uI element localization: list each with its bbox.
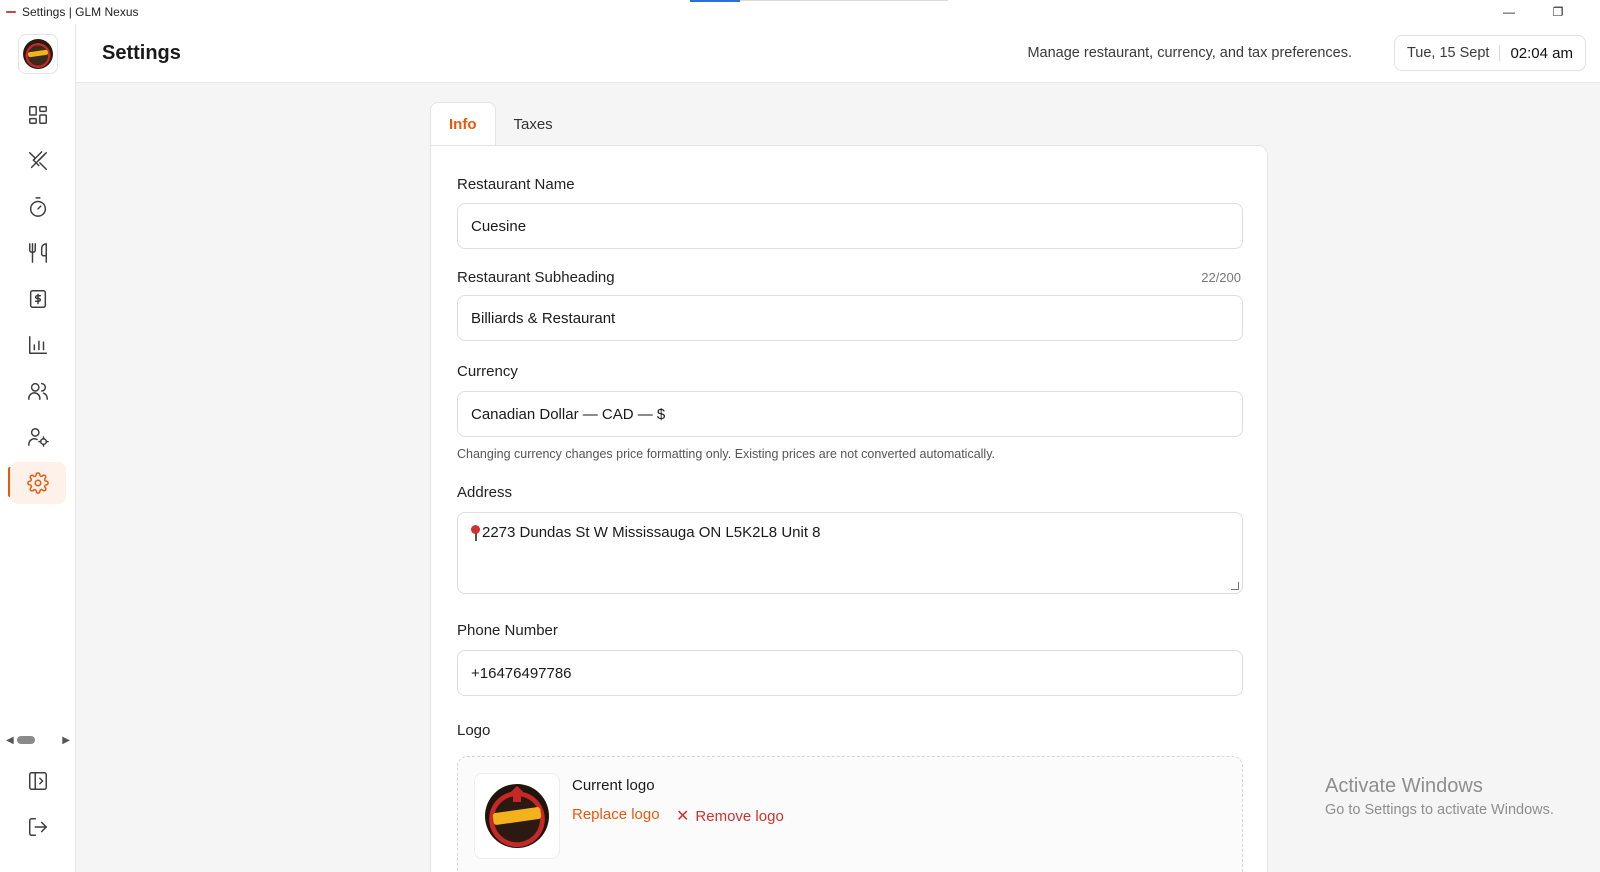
resize-handle[interactable]	[1231, 582, 1239, 590]
sidebar-item-staff[interactable]	[10, 416, 66, 458]
settings-tabs: Info Taxes	[430, 102, 571, 146]
sidebar-item-sessions[interactable]	[10, 186, 66, 228]
subheading-counter: 22/200	[1201, 270, 1241, 285]
logout-icon	[29, 818, 47, 836]
address-textarea[interactable]: 2273 Dundas St W Mississauga ON L5K2L8 U…	[457, 512, 1243, 594]
sidebar-scrollbar[interactable]: ◀ ▶	[6, 732, 70, 748]
datetime-divider	[1499, 45, 1501, 61]
currency-label: Currency	[457, 363, 518, 380]
restaurant-name-input[interactable]: Cuesine	[457, 203, 1243, 249]
brand-logo[interactable]	[18, 34, 58, 74]
page-header: Settings Manage restaurant, currency, an…	[76, 24, 1600, 83]
sidebar-item-billing[interactable]	[10, 278, 66, 320]
address-label: Address	[457, 484, 513, 501]
sidebar-item-settings[interactable]	[10, 462, 66, 504]
subheading-value: Billiards & Restaurant	[471, 309, 616, 327]
current-time: 02:04 am	[1510, 44, 1573, 62]
sidebar-item-menu[interactable]	[10, 140, 66, 182]
restore-button[interactable]: ❐	[1535, 0, 1581, 24]
utensils-crossed-icon	[29, 151, 47, 170]
watermark-title: Activate Windows	[1325, 775, 1483, 797]
phone-value: +16476497786	[471, 664, 572, 682]
bar-chart-icon	[29, 336, 47, 354]
replace-logo-button[interactable]: Replace logo	[572, 806, 660, 823]
logout-button[interactable]	[10, 806, 66, 848]
sidebar-item-customers[interactable]	[10, 370, 66, 412]
settings-card: Restaurant Name Cuesine Restaurant Subhe…	[430, 145, 1268, 872]
logo-upload-area[interactable]: Current logo Replace logo ✕ Remove logo	[457, 756, 1243, 872]
currency-helper-text: Changing currency changes price formatti…	[457, 447, 996, 461]
currency-value: Canadian Dollar — CAD — $	[471, 405, 666, 423]
scroll-thumb[interactable]	[17, 736, 35, 744]
activation-watermark: Activate Windows Go to Settings to activ…	[1325, 775, 1554, 818]
pin-icon	[471, 525, 480, 542]
loading-indicator	[690, 0, 948, 2]
tab-info[interactable]: Info	[430, 102, 496, 146]
remove-logo-button[interactable]: ✕ Remove logo	[676, 806, 784, 826]
current-date: Tue, 15 Sept	[1406, 45, 1490, 61]
subheading-input[interactable]: Billiards & Restaurant	[457, 295, 1243, 341]
window-title: Settings | GLM Nexus	[22, 5, 139, 19]
cuesine-logo-icon	[23, 39, 53, 69]
sidebar-item-orders[interactable]	[10, 232, 66, 274]
sidebar: ◀ ▶	[0, 24, 76, 872]
sidebar-item-dashboard[interactable]	[10, 94, 66, 136]
current-logo-label: Current logo	[572, 777, 655, 794]
panel-toggle-icon	[29, 772, 47, 790]
logo-preview	[474, 773, 560, 859]
address-value: 2273 Dundas St W Mississauga ON L5K2L8 U…	[482, 524, 821, 541]
cuesine-logo-icon	[485, 784, 549, 848]
receipt-dollar-icon	[29, 290, 47, 308]
phone-label: Phone Number	[457, 622, 558, 639]
page-subtitle: Manage restaurant, currency, and tax pre…	[1027, 45, 1352, 61]
timer-icon	[29, 197, 47, 217]
scroll-left-icon[interactable]: ◀	[6, 735, 14, 746]
tab-taxes[interactable]: Taxes	[496, 102, 571, 146]
datetime-display: Tue, 15 Sept 02:04 am	[1393, 35, 1586, 71]
sidebar-item-reports[interactable]	[10, 324, 66, 366]
minimize-button[interactable]: —	[1486, 0, 1532, 24]
dashboard-icon	[29, 106, 47, 124]
window-titlebar: Settings | GLM Nexus — ❐	[0, 0, 1600, 24]
gear-icon	[27, 472, 49, 494]
page-title: Settings	[102, 42, 181, 64]
fork-knife-icon	[29, 243, 47, 263]
app-icon	[6, 8, 18, 16]
user-cog-icon	[28, 428, 49, 447]
remove-logo-label: Remove logo	[695, 807, 784, 825]
users-icon	[28, 382, 48, 400]
close-icon: ✕	[676, 808, 690, 825]
sidebar-toggle-button[interactable]	[10, 760, 66, 802]
currency-select[interactable]: Canadian Dollar — CAD — $	[457, 391, 1243, 437]
phone-input[interactable]: +16476497786	[457, 650, 1243, 696]
watermark-subtitle: Go to Settings to activate Windows.	[1325, 802, 1554, 818]
address-content: 2273 Dundas St W Mississauga ON L5K2L8 U…	[471, 524, 821, 542]
scroll-right-icon[interactable]: ▶	[62, 735, 70, 746]
restaurant-name-label: Restaurant Name	[457, 176, 575, 193]
logo-label: Logo	[457, 722, 491, 739]
subheading-label: Restaurant Subheading	[457, 269, 615, 286]
restaurant-name-value: Cuesine	[471, 217, 527, 235]
